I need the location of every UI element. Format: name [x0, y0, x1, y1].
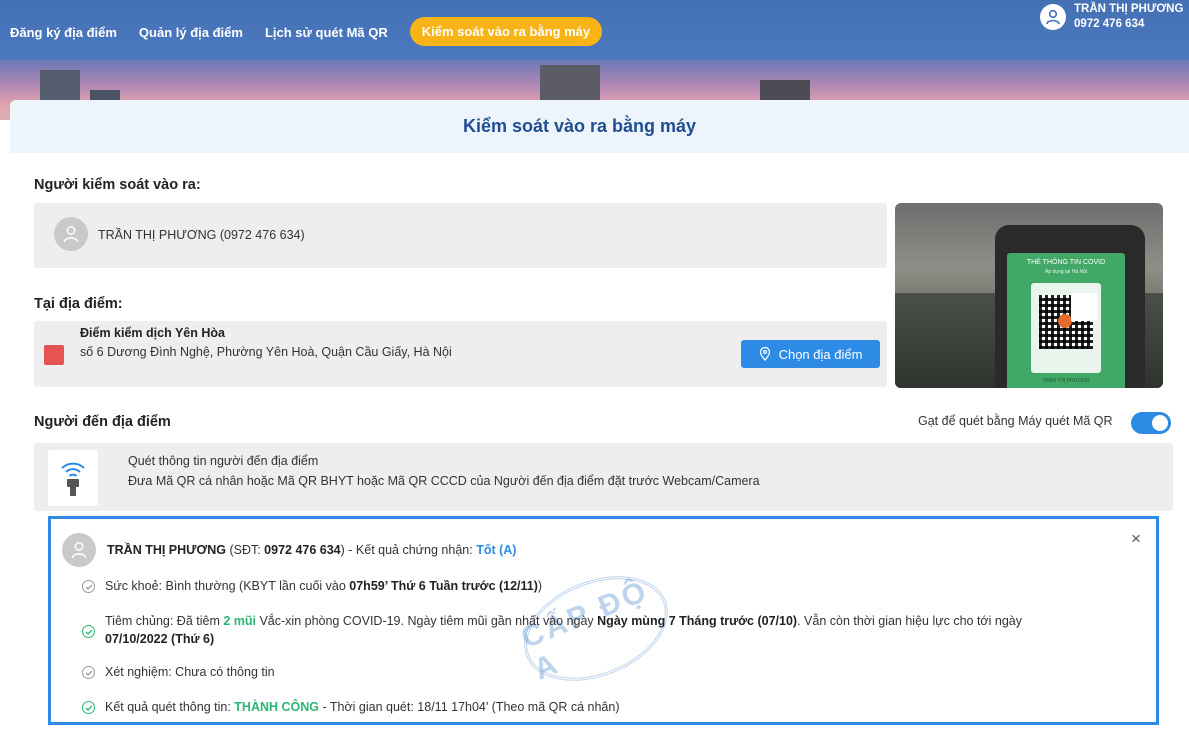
scan-status: THÀNH CÔNG	[234, 700, 319, 714]
vaccine-mid: Vắc-xin phòng COVID-19. Ngày tiêm mũi gầ…	[256, 614, 598, 628]
result-grade: Tốt (A)	[476, 543, 517, 557]
main-nav: Đăng ký địa điểm Quản lý địa điểm Lịch s…	[10, 17, 624, 46]
scan-result-line: Kết quả quét thông tin: THÀNH CÔNG - Thờ…	[105, 700, 620, 714]
check-circle-icon	[82, 701, 95, 714]
nav-quan-ly-dia-diem[interactable]: Quản lý địa điểm	[139, 25, 243, 40]
result-person-line: TRẦN THỊ PHƯƠNG (SĐT: 0972 476 634) - Kế…	[107, 543, 516, 557]
location-box: Điểm kiểm dịch Yên Hòa số 6 Dương Đình N…	[34, 321, 887, 387]
person-icon	[71, 542, 87, 559]
close-icon[interactable]: ×	[1131, 529, 1141, 549]
page-title: Kiểm soát vào ra bằng máy	[462, 116, 697, 136]
scanner-toggle[interactable]	[1131, 412, 1171, 434]
user-phone: 0972 476 634	[1074, 18, 1145, 30]
vaccine-doses: 2 mũi	[223, 614, 256, 628]
covid-card-owner: TRẦN THỊ PHƯƠNG	[1042, 378, 1090, 384]
check-circle-icon	[82, 580, 95, 593]
location-color-marker	[44, 345, 64, 365]
qr-code	[1031, 283, 1101, 373]
vaccine-valid-line: 07/10/2022 (Thứ 6)	[105, 632, 214, 646]
grade-stamp: CẤP ĐỘ A	[508, 556, 684, 701]
scanner-toggle-label: Gạt để quét bằng Máy quét Mã QR	[918, 414, 1113, 428]
choose-location-button[interactable]: Chọn địa điểm	[741, 340, 880, 368]
location-name: Điểm kiểm dịch Yên Hòa	[80, 326, 225, 340]
avatar	[54, 217, 88, 251]
test-line: Xét nghiệm: Chưa có thông tin	[105, 665, 275, 679]
main-card: Kiểm soát vào ra bằng máy Người kiểm soá…	[10, 100, 1189, 733]
nav-kiem-soat-active[interactable]: Kiểm soát vào ra bằng máy	[409, 17, 603, 46]
location-label: Tại địa điểm:	[34, 296, 123, 312]
scan-title: Quét thông tin người đến địa điểm	[128, 454, 319, 468]
vaccine-prefix: Tiêm chủng: Đã tiêm	[105, 614, 224, 628]
health-line: Sức khoẻ: Bình thường (KBYT lần cuối vào…	[105, 579, 542, 593]
controller-label: Người kiểm soát vào ra:	[34, 177, 201, 193]
vaccine-line: Tiêm chủng: Đã tiêm 2 mũi Vắc-xin phòng …	[105, 614, 1022, 628]
health-suffix: )	[537, 579, 543, 593]
vaccine-date: Ngày mùng 7 Tháng trước (07/10)	[597, 614, 798, 628]
covid-card-subtitle: Áp dụng tại Hà Nội	[1045, 269, 1087, 275]
phone-frame: THẺ THÔNG TIN COVID Áp dụng tại Hà Nội T…	[995, 225, 1145, 388]
scan-description: Đưa Mã QR cá nhân hoặc Mã QR BHYT hoặc M…	[128, 474, 760, 488]
check-circle-icon	[82, 666, 95, 679]
vaccine-valid: 07/10/2022 (Thứ 6)	[105, 632, 215, 646]
result-name: TRẦN THỊ PHƯƠNG	[107, 543, 226, 557]
result-phone: 0972 476 634	[264, 543, 341, 557]
choose-location-label: Chọn địa điểm	[778, 346, 863, 362]
card-header: Kiểm soát vào ra bằng máy	[10, 100, 1189, 153]
nav-lich-su-quet[interactable]: Lịch sử quét Mã QR	[265, 25, 388, 40]
result-avatar	[62, 533, 96, 567]
scan-result-card: CẤP ĐỘ A TRẦN THỊ PHƯƠNG (SĐT: 0972 476 …	[48, 516, 1159, 725]
top-navigation-bar: Đăng ký địa điểm Quản lý địa điểm Lịch s…	[0, 0, 1189, 60]
user-avatar-icon	[1040, 4, 1066, 30]
vaccine-mid2: . Vẫn còn thời gian hiệu lực cho tới ngà…	[797, 614, 1022, 628]
health-prefix: Sức khoẻ: Bình thường (KBYT lần cuối vào	[105, 579, 350, 593]
check-circle-icon	[82, 625, 95, 638]
map-pin-icon	[759, 347, 770, 361]
user-name: TRẦN THỊ PHƯƠNG	[1074, 3, 1184, 15]
location-address: số 6 Dương Đình Nghệ, Phường Yên Hoà, Qu…	[80, 345, 452, 359]
scan-info-box: Quét thông tin người đến địa điểm Đưa Mã…	[34, 443, 1173, 511]
health-time: 07h59’ Thứ 6 Tuần trước (12/11)	[349, 579, 538, 593]
result-phone-suffix: ) - Kết quả chứng nhận:	[340, 543, 477, 557]
controller-name: TRẦN THỊ PHƯƠNG (0972 476 634)	[98, 228, 305, 242]
qr-scanner-icon	[48, 450, 98, 506]
user-menu[interactable]: TRẦN THỊ PHƯƠNG 0972 476 634	[1040, 2, 1183, 32]
visitor-label: Người đến địa điểm	[34, 414, 171, 430]
controller-box: TRẦN THỊ PHƯƠNG (0972 476 634)	[34, 203, 887, 268]
covid-card-title: THẺ THÔNG TIN COVID	[1026, 259, 1106, 266]
scan-prefix: Kết quả quét thông tin:	[105, 700, 235, 714]
nav-dang-ky-dia-diem[interactable]: Đăng ký địa điểm	[10, 25, 117, 40]
webcam-preview: THẺ THÔNG TIN COVID Áp dụng tại Hà Nội T…	[895, 203, 1163, 388]
result-phone-prefix: (SĐT:	[229, 543, 265, 557]
covid-card-screen: THẺ THÔNG TIN COVID Áp dụng tại Hà Nội T…	[1007, 253, 1125, 388]
scan-suffix: - Thời gian quét: 18/11 17h04’ (Theo mã …	[319, 700, 620, 714]
person-icon	[63, 226, 79, 243]
